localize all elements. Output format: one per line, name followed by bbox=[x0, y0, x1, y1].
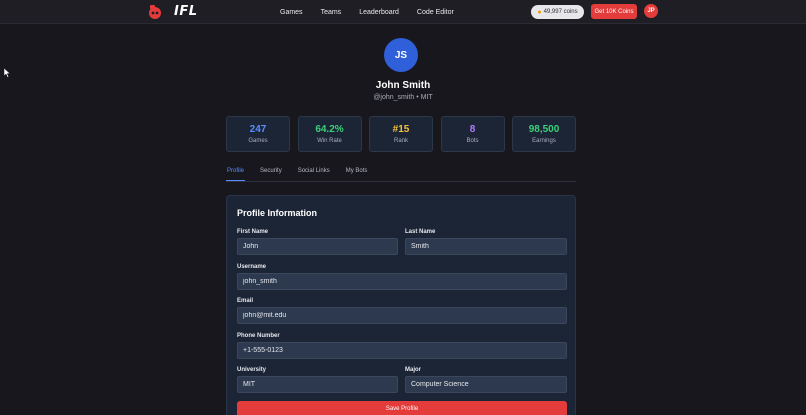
first-name-label: First Name bbox=[237, 229, 269, 235]
stat-value: 8 bbox=[469, 124, 476, 135]
major-label: Major bbox=[405, 367, 422, 373]
nav-link-code-editor[interactable]: Code Editor bbox=[417, 9, 454, 16]
email-input[interactable] bbox=[237, 307, 567, 324]
tab-social-links[interactable]: Social Links bbox=[297, 166, 331, 181]
profile-avatar: JS bbox=[384, 38, 418, 72]
coin-icon: ● bbox=[537, 8, 542, 16]
university-input[interactable] bbox=[237, 376, 398, 393]
nav-link-games[interactable]: Games bbox=[280, 9, 303, 16]
stat-label: Games bbox=[248, 138, 268, 144]
stat-label: Rank bbox=[393, 138, 408, 144]
form-title: Profile Information bbox=[237, 208, 318, 218]
major-input[interactable] bbox=[405, 376, 567, 393]
coins-text: 49,997 coins bbox=[543, 9, 578, 15]
profile-name: John Smith bbox=[375, 80, 431, 91]
username-label: Username bbox=[237, 264, 267, 270]
stat-value: 247 bbox=[249, 124, 267, 135]
coins-balance[interactable]: ● 49,997 coins bbox=[531, 5, 584, 19]
nav-link-leaderboard[interactable]: Leaderboard bbox=[359, 9, 399, 16]
tab-my-bots[interactable]: My Bots bbox=[345, 166, 369, 181]
get-coins-button[interactable]: Get 10K Coins bbox=[591, 4, 637, 19]
stat-label: Win Rate bbox=[317, 138, 342, 144]
stat-value: #15 bbox=[392, 124, 410, 135]
mouse-cursor-icon bbox=[4, 68, 11, 78]
nav-link-teams[interactable]: Teams bbox=[321, 9, 342, 16]
stat-value: 64.2% bbox=[315, 124, 344, 135]
phone-input[interactable] bbox=[237, 342, 567, 359]
stat-value: 98,500 bbox=[528, 124, 560, 135]
stat-label: Bots bbox=[466, 138, 479, 144]
logo-icon[interactable] bbox=[146, 3, 164, 21]
top-navbar: IFL Games Teams Leaderboard Code Editor … bbox=[0, 0, 806, 24]
stat-card-rank: #15 Rank bbox=[369, 116, 433, 152]
profile-subtitle: @john_smith • MIT bbox=[373, 94, 433, 101]
username-input[interactable] bbox=[237, 273, 567, 290]
first-name-input[interactable] bbox=[237, 238, 398, 255]
stat-card-win-rate: 64.2% Win Rate bbox=[297, 116, 362, 152]
profile-form-card: Profile Information First Name Last Name… bbox=[226, 195, 576, 415]
save-profile-button[interactable]: Save Profile bbox=[237, 401, 567, 415]
profile-tabs: Profile Security Social Links My Bots bbox=[226, 166, 576, 182]
user-avatar[interactable]: JP bbox=[644, 4, 658, 18]
stat-card-games: 247 Games bbox=[226, 116, 290, 152]
last-name-input[interactable] bbox=[405, 238, 567, 255]
last-name-label: Last Name bbox=[405, 229, 436, 235]
university-label: University bbox=[237, 367, 267, 373]
nav-links: Games Teams Leaderboard Code Editor bbox=[280, 0, 472, 24]
stat-label: Earnings bbox=[532, 138, 556, 144]
phone-label: Phone Number bbox=[237, 333, 280, 339]
stat-card-bots: 8 Bots bbox=[440, 116, 505, 152]
stats-row: 247 Games 64.2% Win Rate #15 Rank 8 Bots… bbox=[226, 116, 576, 152]
logo-text[interactable]: IFL bbox=[174, 4, 198, 20]
stat-card-earnings: 98,500 Earnings bbox=[512, 116, 576, 152]
email-label: Email bbox=[237, 298, 254, 304]
tab-profile[interactable]: Profile bbox=[226, 166, 246, 181]
tab-security[interactable]: Security bbox=[259, 166, 283, 181]
